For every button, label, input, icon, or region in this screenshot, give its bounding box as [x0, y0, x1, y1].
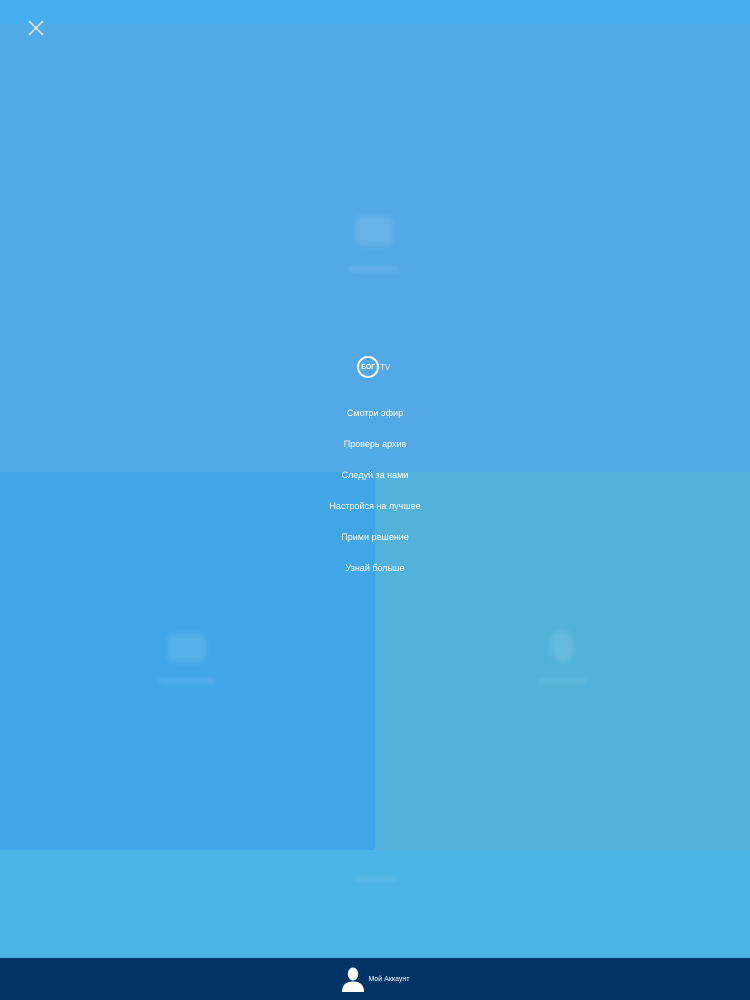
logo-suffix: TV: [380, 362, 391, 372]
blurred-tile-label: [348, 266, 398, 272]
logo: БОГ TV: [357, 354, 390, 380]
menu-item-tune-in[interactable]: Настройся на лучшее: [0, 495, 750, 526]
account-bar: Мой Аккаунт: [0, 958, 750, 1000]
close-icon: [28, 20, 44, 36]
blurred-tile-label: [537, 678, 587, 684]
menu-item-watch-live[interactable]: Смотри эфир: [0, 402, 750, 433]
user-icon: [341, 967, 364, 992]
blurred-tile-label: [158, 678, 216, 684]
background-tile-bottom: [0, 850, 750, 958]
menu-item-learn-more[interactable]: Узнай больше: [0, 557, 750, 588]
menu-item-decide[interactable]: Прими решение: [0, 526, 750, 557]
close-button[interactable]: [26, 18, 46, 38]
my-account-label: Мой Аккаунт: [368, 975, 410, 983]
menu-item-follow-us[interactable]: Следуй за нами: [0, 464, 750, 495]
logo-circle: БОГ: [357, 356, 379, 378]
my-account-button[interactable]: Мой Аккаунт: [341, 966, 410, 992]
menu-item-archive[interactable]: Проверь архив: [0, 433, 750, 464]
top-strip: [0, 0, 750, 24]
blurred-tile-icon: [168, 634, 206, 662]
logo-mark: БОГ: [361, 363, 375, 371]
blurred-tile-label: [355, 876, 397, 882]
blurred-tile-icon: [551, 630, 573, 662]
main-menu: Смотри эфир Проверь архив Следуй за нами…: [0, 402, 750, 588]
blurred-tile-icon: [355, 216, 393, 246]
